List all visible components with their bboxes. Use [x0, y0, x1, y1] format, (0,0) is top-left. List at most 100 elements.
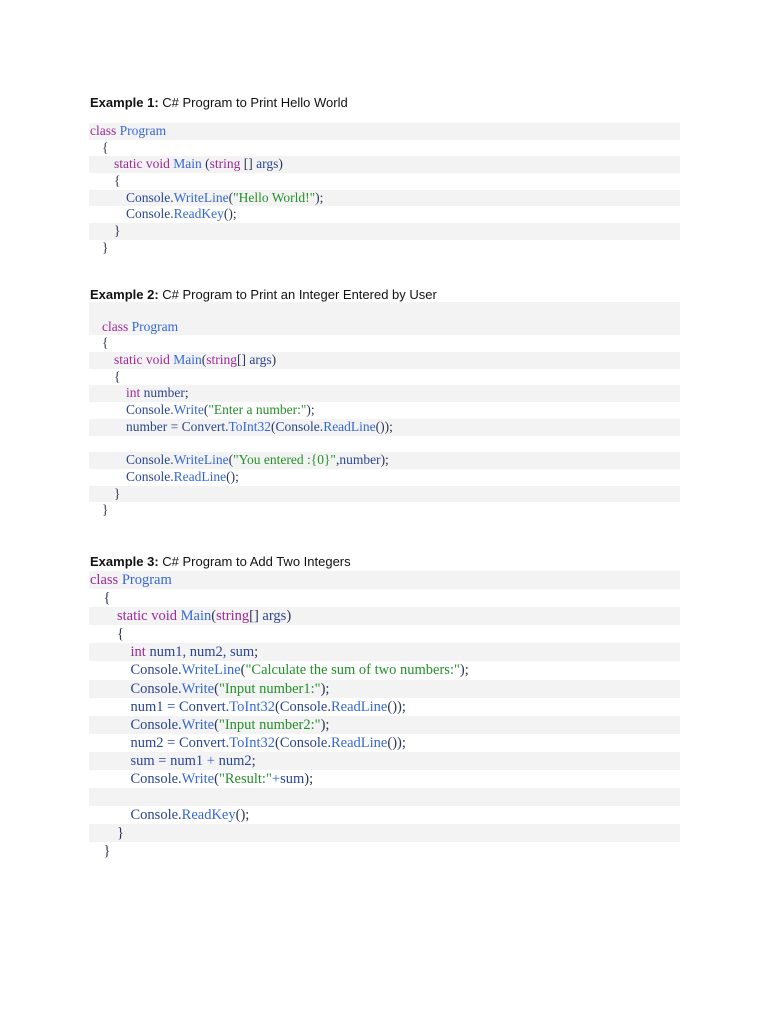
code-token: ReadLine — [323, 418, 376, 434]
code-token: ReadKey — [173, 206, 224, 222]
code-token: Console. — [279, 698, 331, 715]
code-token: Write — [181, 771, 215, 788]
code-line: Console.WriteLine("Calculate the sum of … — [89, 661, 680, 679]
code-token: ; — [254, 644, 259, 661]
code-token: int — [130, 644, 150, 661]
code-token: num2 — [218, 752, 252, 769]
code-token: } — [114, 223, 121, 239]
code-token: ; — [184, 385, 189, 401]
code-token: Program — [119, 123, 167, 138]
example-title: C# Program to Print Hello World — [158, 95, 348, 110]
code-token: static void — [117, 608, 181, 625]
code-line: } — [89, 824, 680, 843]
code-token: [] — [243, 156, 257, 172]
code-line: { — [89, 369, 680, 386]
code-token: } — [102, 502, 109, 518]
code-token: ); — [320, 716, 330, 733]
code-token: Write — [173, 402, 204, 418]
code-line: { — [89, 589, 680, 607]
code-token: num2 = Convert. — [130, 734, 230, 751]
code-token: ) — [286, 608, 292, 625]
code-token: ()); — [387, 734, 406, 751]
code-token: Program — [121, 572, 172, 588]
code-line: { — [89, 173, 680, 190]
code-token: "Result:" — [218, 771, 272, 788]
code-token: string — [209, 156, 244, 172]
code-token: class — [90, 123, 120, 138]
code-token: } — [114, 485, 121, 501]
code-line: number = Convert.ToInt32(Console.ReadLin… — [89, 418, 680, 436]
code-token: ); — [306, 402, 315, 418]
code-token: Console. — [130, 807, 182, 824]
code-token: "Calculate the sum of two numbers:" — [245, 662, 460, 679]
code-token: Console. — [126, 468, 174, 484]
code-token: { — [102, 139, 109, 155]
code-token: ); — [380, 452, 389, 468]
code-token: "You entered :{0}" — [233, 452, 336, 468]
code-line: static void Main(string[] args) — [89, 607, 680, 626]
code-token: Console. — [126, 452, 174, 468]
example-label: Example 2: — [90, 287, 159, 302]
code-token: Write — [181, 680, 215, 697]
code-line: int number; — [89, 385, 680, 403]
code-token: { — [114, 173, 121, 189]
example-1-heading: Example 1: C# Program to Print Hello Wor… — [90, 95, 348, 110]
code-token: static void — [114, 156, 174, 172]
code-line: { — [89, 140, 680, 157]
code-line — [89, 302, 680, 319]
code-token: int — [126, 385, 144, 401]
code-token: Console. — [126, 189, 174, 205]
code-token: ReadLine — [331, 698, 388, 715]
code-line: { — [89, 625, 680, 643]
code-token: WriteLine — [173, 452, 229, 468]
code-token: ToInt32 — [229, 734, 275, 751]
code-token: ) — [278, 156, 283, 172]
code-token: Console. — [130, 771, 182, 788]
code-token: string — [206, 352, 238, 368]
code-line: Console.ReadKey(); — [89, 206, 680, 223]
code-token: ; — [251, 752, 256, 769]
code-line: Console.WriteLine("Hello World!"); — [89, 189, 680, 207]
code-line — [89, 788, 680, 807]
code-token: + — [271, 771, 281, 788]
code-token: ToInt32 — [228, 418, 272, 434]
example-label: Example 3: — [90, 554, 159, 569]
code-token: Main — [173, 156, 206, 172]
code-token: ReadKey — [181, 807, 236, 824]
code-line: static void Main(string[] args) — [89, 352, 680, 369]
code-token: string — [216, 608, 250, 625]
code-token: static void — [114, 352, 174, 368]
code-line: static void Main (string [] args) — [89, 156, 680, 174]
code-line: Console.Write("Input number2:"); — [89, 715, 680, 734]
code-line: class Program — [89, 318, 680, 336]
code-token: "Input number2:" — [218, 716, 321, 733]
code-token: Console. — [130, 680, 182, 697]
code-token: "Input number1:" — [218, 680, 321, 697]
code-token: sum = num1 — [130, 752, 207, 769]
code-token: Console. — [130, 716, 182, 733]
example-3-heading: Example 3: C# Program to Add Two Integer… — [90, 554, 351, 569]
example-3-code: class Program {static void Main(string[] … — [89, 571, 680, 861]
code-token: } — [102, 239, 109, 255]
code-line: Console.ReadKey(); — [89, 806, 680, 824]
code-token: { — [103, 590, 111, 607]
code-line: class Program — [89, 123, 680, 140]
code-token: ); — [459, 662, 469, 679]
code-token: Console. — [126, 402, 174, 418]
example-title: C# Program to Print an Integer Entered b… — [158, 287, 437, 302]
code-token: ()); — [375, 418, 393, 434]
code-token: ()); — [387, 698, 406, 715]
code-token: WriteLine — [173, 189, 229, 205]
code-token: (); — [223, 206, 237, 222]
code-token: class — [102, 318, 132, 334]
code-token: { — [102, 335, 109, 351]
code-token: ToInt32 — [229, 698, 275, 715]
code-token: class — [90, 572, 122, 588]
code-token: Console. — [126, 206, 174, 222]
code-token: ); — [304, 771, 314, 788]
code-token: { — [117, 626, 124, 643]
code-token: Main — [173, 352, 202, 368]
code-token: number — [143, 385, 185, 401]
code-line: } — [89, 842, 680, 860]
